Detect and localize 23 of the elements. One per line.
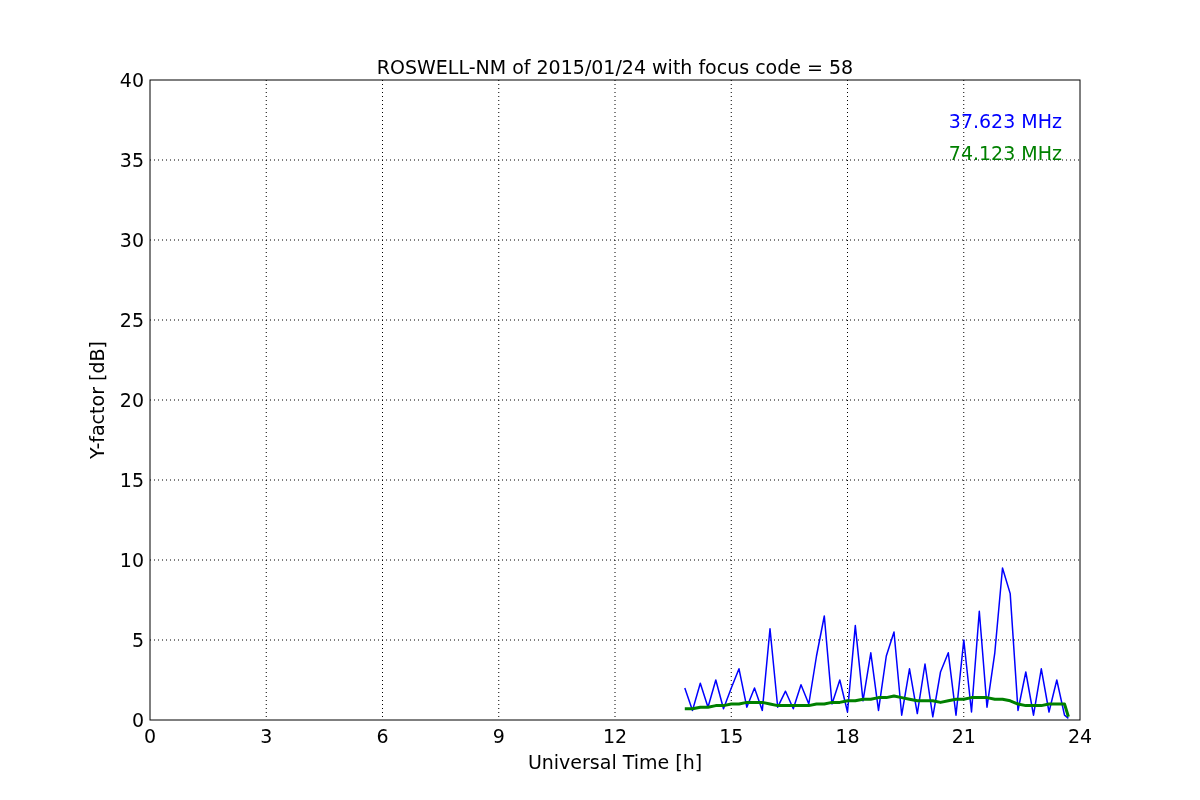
y-tick-label: 5 xyxy=(131,629,144,651)
y-tick-label: 35 xyxy=(119,149,144,171)
x-tick-label: 21 xyxy=(951,725,976,747)
x-tick-label: 15 xyxy=(719,725,744,747)
legend-label: 74.123 MHz xyxy=(948,142,1062,164)
y-axis-label: Y-factor [dB] xyxy=(86,341,108,459)
y-tick-label: 30 xyxy=(119,229,144,251)
y-tick-label: 10 xyxy=(119,549,144,571)
legend-label: 37.623 MHz xyxy=(948,110,1062,132)
y-tick-label: 25 xyxy=(119,309,144,331)
x-tick-label: 12 xyxy=(602,725,628,747)
x-tick-label: 0 xyxy=(143,725,157,747)
chart-title: ROSWELL-NM of 2015/01/24 with focus code = 58 xyxy=(376,56,854,78)
x-tick-label: 9 xyxy=(492,725,505,747)
y-tick-label: 40 xyxy=(119,69,144,91)
y-tick-label: 0 xyxy=(131,709,144,731)
y-tick-label: 15 xyxy=(119,469,144,491)
x-tick-label: 3 xyxy=(260,725,273,747)
x-tick-label: 6 xyxy=(376,725,389,747)
y-tick-label: 20 xyxy=(119,389,144,411)
x-tick-label: 18 xyxy=(835,725,860,747)
x-tick-label: 24 xyxy=(1067,725,1093,747)
x-axis-label: Universal Time [h] xyxy=(527,751,703,773)
